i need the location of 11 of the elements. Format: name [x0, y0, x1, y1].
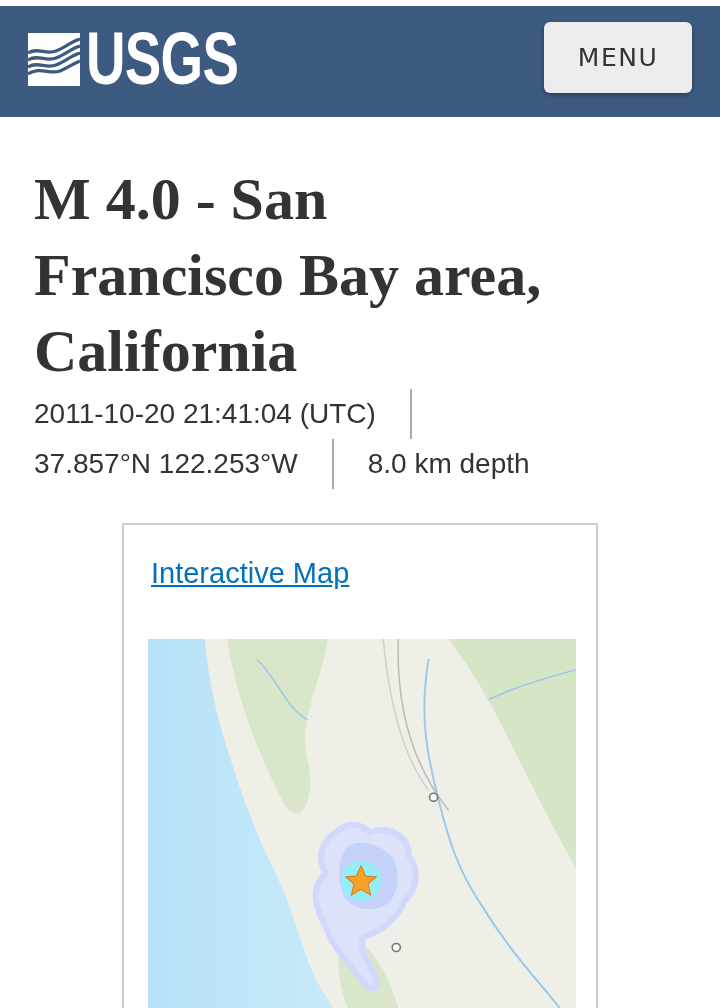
wave-logo-icon	[28, 32, 80, 86]
event-title: M 4.0 - San Francisco Bay area, California	[34, 165, 543, 386]
logo-text[interactable]: USGS	[86, 31, 239, 87]
city-marker-icon	[428, 792, 439, 803]
city-marker-icon	[391, 942, 402, 953]
event-depth: 8.0 km depth	[367, 447, 530, 481]
interactive-map-link[interactable]: Interactive Map	[151, 551, 350, 595]
menu-button[interactable]: MENU	[544, 22, 692, 93]
event-time: 2011-10-20 21:41:04 (UTC)	[34, 389, 412, 439]
event-coordinates: 37.857°N 122.253°W	[34, 439, 334, 489]
star-icon	[344, 864, 378, 897]
